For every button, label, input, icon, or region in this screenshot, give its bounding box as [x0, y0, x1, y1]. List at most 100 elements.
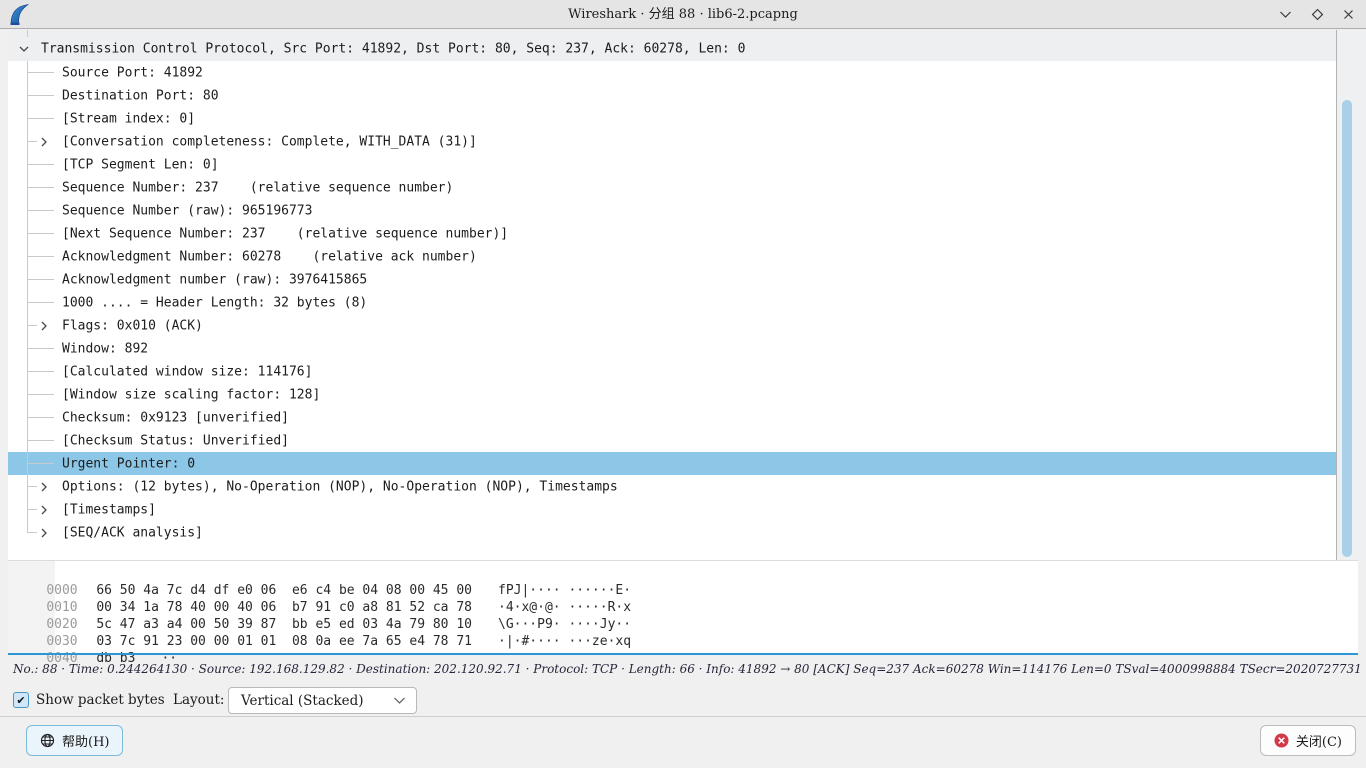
- tree-guide-line: [27, 371, 54, 372]
- hex-bytes: 5c 47 a3 a4 00 50 39 87 bb e5 ed 03 4a 7…: [96, 617, 472, 632]
- tree-row[interactable]: [Window size scaling factor: 128]: [8, 383, 1336, 406]
- hex-focus-line: [8, 653, 1358, 655]
- tree-row-label: [Next Sequence Number: 237 (relative seq…: [62, 226, 508, 241]
- checkmark-icon: ✔: [16, 695, 25, 706]
- chevron-down-icon[interactable]: [19, 44, 29, 54]
- tree-row-label: Window: 892: [62, 341, 148, 356]
- tree-row-root[interactable]: Transmission Control Protocol, Src Port:…: [8, 30, 1336, 61]
- minimize-button[interactable]: [1279, 10, 1292, 19]
- tree-row-label: [Stream index: 0]: [62, 111, 195, 126]
- help-button-label: 帮助(H): [62, 731, 109, 750]
- hex-bytes: 00 34 1a 78 40 00 40 06 b7 91 c0 a8 81 5…: [96, 600, 472, 615]
- tree-row-label: Flags: 0x010 (ACK): [62, 318, 203, 333]
- tree-row[interactable]: [Next Sequence Number: 237 (relative seq…: [8, 222, 1336, 245]
- hex-offset: 0000: [39, 582, 86, 599]
- tree-row[interactable]: Source Port: 41892: [8, 61, 1336, 84]
- tree-guide-line: [27, 118, 54, 119]
- tree-row-label: Checksum: 0x9123 [unverified]: [62, 410, 289, 425]
- tree-row-label: Destination Port: 80: [62, 88, 219, 103]
- tree-guide-line: [27, 72, 54, 73]
- tree-guide-line: [27, 417, 54, 418]
- tree-row[interactable]: Flags: 0x010 (ACK): [8, 314, 1336, 337]
- hex-ascii: ·4·x@·@· ·····R·x: [498, 600, 631, 615]
- tree-guide-line: [27, 394, 54, 395]
- hex-ascii: ·|·#···· ···ze·xq: [498, 634, 631, 649]
- tree-row-label: [TCP Segment Len: 0]: [62, 157, 219, 172]
- tree-row-label: [Calculated window size: 114176]: [62, 364, 312, 379]
- tree-row[interactable]: [Stream index: 0]: [8, 107, 1336, 130]
- close-button[interactable]: 关闭(C): [1260, 725, 1356, 756]
- chevron-right-icon[interactable]: [39, 505, 49, 515]
- show-packet-bytes-checkbox[interactable]: ✔: [13, 692, 29, 708]
- tree-row[interactable]: [Conversation completeness: Complete, WI…: [8, 130, 1336, 153]
- tree-row[interactable]: [Calculated window size: 114176]: [8, 360, 1336, 383]
- tree-row[interactable]: Sequence Number: 237 (relative sequence …: [8, 176, 1336, 199]
- chevron-down-icon: [393, 696, 406, 705]
- tree-guide-line: [27, 348, 54, 349]
- tree-row[interactable]: Destination Port: 80: [8, 84, 1336, 107]
- close-window-button[interactable]: [1343, 9, 1354, 20]
- chevron-right-icon[interactable]: [39, 528, 49, 538]
- tree-row-label: Acknowledgment Number: 60278 (relative a…: [62, 249, 477, 264]
- window-title: Wireshark · 分组 88 · lib6-2.pcapng: [0, 0, 1366, 29]
- tree-row[interactable]: 1000 .... = Header Length: 32 bytes (8): [8, 291, 1336, 314]
- hex-dump-pane[interactable]: 000066 50 4a 7c d4 df e0 06 e6 c4 be 04 …: [8, 560, 1358, 655]
- tree-scrollbar[interactable]: [1337, 30, 1366, 560]
- tree-guide-line: [27, 164, 54, 165]
- tree-row-label: Sequence Number (raw): 965196773: [62, 203, 312, 218]
- tree-row[interactable]: [Timestamps]: [8, 498, 1336, 521]
- tree-row[interactable]: Acknowledgment number (raw): 3976415865: [8, 268, 1336, 291]
- tree-row-label: 1000 .... = Header Length: 32 bytes (8): [62, 295, 367, 310]
- tree-row-label: [Timestamps]: [62, 502, 156, 517]
- hex-ascii: fPJ|···· ······E·: [498, 583, 631, 598]
- tree-row-label: [Conversation completeness: Complete, WI…: [62, 134, 477, 149]
- tree-row-label: [Window size scaling factor: 128]: [62, 387, 320, 402]
- tree-row-label: Acknowledgment number (raw): 3976415865: [62, 272, 367, 287]
- tree-children: Source Port: 41892 Destination Port: 80 …: [8, 61, 1336, 544]
- tree-row-label: [Checksum Status: Unverified]: [62, 433, 289, 448]
- tree-guide-line: [27, 463, 54, 464]
- tree-row-label: Options: (12 bytes), No-Operation (NOP),…: [62, 479, 618, 494]
- tree-row[interactable]: [TCP Segment Len: 0]: [8, 153, 1336, 176]
- tree-row[interactable]: Checksum: 0x9123 [unverified]: [8, 406, 1336, 429]
- tree-guide-line: [27, 440, 54, 441]
- tree-row[interactable]: Acknowledgment Number: 60278 (relative a…: [8, 245, 1336, 268]
- tree-guide-line: [27, 141, 37, 142]
- maximize-button[interactable]: [1311, 8, 1324, 21]
- tree-guide-line: [27, 95, 54, 96]
- hex-row[interactable]: 000066 50 4a 7c d4 df e0 06 e6 c4 be 04 …: [8, 565, 1358, 582]
- title-bar: Wireshark · 分组 88 · lib6-2.pcapng: [0, 0, 1366, 29]
- packet-summary: No.: 88 · Time: 0.244264130 · Source: 19…: [13, 662, 1362, 676]
- chevron-right-icon[interactable]: [39, 482, 49, 492]
- tree-row[interactable]: Window: 892: [8, 337, 1336, 360]
- scrollbar-thumb[interactable]: [1342, 100, 1352, 557]
- layout-select-value: Vertical (Stacked): [241, 693, 393, 709]
- hex-bytes: 03 7c 91 23 00 00 01 01 08 0a ee 7a 65 e…: [96, 634, 472, 649]
- tree-row[interactable]: Sequence Number (raw): 965196773: [8, 199, 1336, 222]
- tree-guide-line: [27, 30, 28, 37]
- hex-ascii: \G···P9· ····Jy··: [498, 617, 631, 632]
- tree-guide-line: [27, 233, 54, 234]
- tree-guide-line: [27, 325, 37, 326]
- packet-dialog-window: Wireshark · 分组 88 · lib6-2.pcapng Transm…: [0, 0, 1366, 768]
- layout-select[interactable]: Vertical (Stacked): [228, 687, 417, 714]
- tree-guide-line: [27, 210, 54, 211]
- tree-row[interactable]: [SEQ/ACK analysis]: [8, 521, 1336, 544]
- packet-detail-tree: Transmission Control Protocol, Src Port:…: [8, 30, 1336, 560]
- tree-row[interactable]: Options: (12 bytes), No-Operation (NOP),…: [8, 475, 1336, 498]
- tree-row-label: Transmission Control Protocol, Src Port:…: [41, 41, 745, 56]
- tree-row[interactable]: [Checksum Status: Unverified]: [8, 429, 1336, 452]
- tree-guide-line: [27, 256, 54, 257]
- show-packet-bytes-label[interactable]: Show packet bytes: [36, 687, 165, 714]
- tree-row-label: [SEQ/ACK analysis]: [62, 525, 203, 540]
- chevron-right-icon[interactable]: [39, 137, 49, 147]
- window-controls: [1279, 0, 1354, 29]
- globe-icon: [40, 733, 55, 748]
- chevron-right-icon[interactable]: [39, 321, 49, 331]
- tree-row-label: Source Port: 41892: [62, 65, 203, 80]
- close-button-label: 关闭(C): [1296, 731, 1342, 750]
- tree-guide-line: [27, 486, 37, 487]
- tree-row[interactable]: Urgent Pointer: 0: [8, 452, 1336, 475]
- layout-label: Layout:: [173, 687, 224, 714]
- help-button[interactable]: 帮助(H): [26, 725, 123, 756]
